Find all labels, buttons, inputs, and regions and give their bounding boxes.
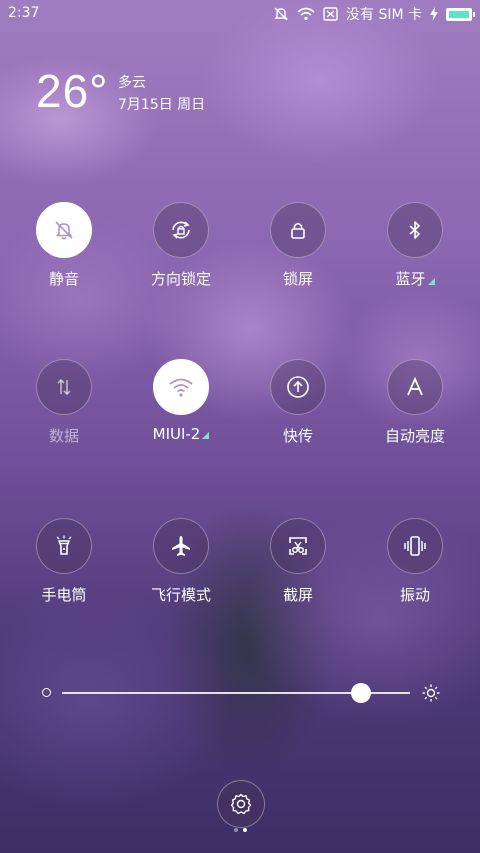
weather-date: 7月15日 周日 bbox=[118, 97, 206, 113]
toggle-rotation-lock-label: 方向锁定 bbox=[150, 270, 211, 288]
auto-brightness-a-icon bbox=[407, 376, 423, 396]
brightness-thumb[interactable] bbox=[351, 683, 372, 703]
toggle-flashlight-button[interactable] bbox=[36, 518, 92, 574]
flashlight-icon bbox=[56, 535, 72, 555]
toggle-lock-screen-button[interactable] bbox=[270, 202, 326, 258]
toggle-auto-brightness-label: 自动亮度 bbox=[384, 427, 445, 445]
toggle-auto-brightness[interactable]: 自动亮度 bbox=[365, 359, 465, 446]
page-indicator bbox=[234, 828, 247, 832]
toggle-rotation-lock-button[interactable] bbox=[153, 202, 209, 258]
no-sim-card-icon bbox=[323, 7, 338, 21]
status-bar: 2:37 没有 SIM 卡 bbox=[0, 0, 480, 28]
brightness-high-sun-icon bbox=[422, 684, 440, 702]
more-options-triangle-icon bbox=[427, 278, 435, 285]
toggle-flashlight-label: 手电筒 bbox=[41, 586, 87, 604]
toggle-lock-screen-label: 锁屏 bbox=[282, 270, 313, 288]
vibrate-icon bbox=[404, 536, 426, 556]
toggle-screenshot-button[interactable] bbox=[270, 518, 326, 574]
toggle-bluetooth[interactable]: 蓝牙 bbox=[365, 202, 465, 289]
temperature: 26° bbox=[36, 65, 109, 117]
wifi-status-icon bbox=[297, 7, 315, 21]
toggle-screenshot-label: 截屏 bbox=[282, 586, 313, 604]
weather-info: 多云 7月15日 周日 bbox=[118, 72, 205, 116]
rotation-lock-icon bbox=[172, 221, 190, 239]
toggle-mute-button[interactable] bbox=[36, 202, 92, 258]
toggle-bluetooth-button[interactable] bbox=[387, 202, 443, 258]
page-dot bbox=[234, 828, 238, 832]
lock-icon bbox=[291, 222, 305, 239]
battery-icon bbox=[446, 7, 475, 21]
page-dot-active bbox=[243, 828, 247, 832]
toggle-quick-transfer-label: 快传 bbox=[282, 427, 313, 445]
toggle-quick-transfer-button[interactable] bbox=[270, 359, 326, 415]
airplane-icon bbox=[172, 536, 190, 556]
toggle-data-label: 数据 bbox=[48, 427, 79, 445]
toggle-wifi[interactable]: MIUI-2 bbox=[131, 359, 231, 443]
toggle-airplane-mode-label: 飞行模式 bbox=[150, 586, 211, 604]
mute-bell-icon bbox=[55, 221, 73, 240]
weather-widget[interactable]: 26° 多云 7月15日 周日 bbox=[36, 65, 205, 117]
upload-icon bbox=[287, 376, 309, 398]
status-time: 2:37 bbox=[8, 5, 40, 21]
wifi-icon bbox=[169, 378, 193, 397]
charging-bolt-icon bbox=[430, 7, 438, 21]
more-options-triangle-icon bbox=[202, 432, 210, 439]
toggle-mute-label: 静音 bbox=[48, 270, 79, 288]
toggle-mute[interactable]: 静音 bbox=[14, 202, 114, 289]
status-icons: 没有 SIM 卡 bbox=[273, 4, 475, 24]
toggle-vibrate[interactable]: 振动 bbox=[365, 518, 465, 605]
gear-icon bbox=[230, 793, 252, 815]
weather-condition: 多云 bbox=[118, 75, 146, 91]
bluetooth-icon bbox=[409, 221, 420, 239]
toggle-quick-transfer[interactable]: 快传 bbox=[248, 359, 348, 446]
toggle-screenshot[interactable]: 截屏 bbox=[248, 518, 348, 605]
toggle-vibrate-button[interactable] bbox=[387, 518, 443, 574]
data-arrows-icon bbox=[57, 378, 71, 396]
mute-status-icon bbox=[274, 7, 288, 21]
screenshot-scissors-icon bbox=[289, 537, 307, 555]
toggle-data-button[interactable] bbox=[36, 359, 92, 415]
toggle-wifi-label: MIUI-2 bbox=[131, 425, 231, 443]
toggle-vibrate-label: 振动 bbox=[399, 586, 430, 604]
battery-level bbox=[449, 10, 469, 18]
toggle-flashlight[interactable]: 手电筒 bbox=[14, 518, 114, 605]
toggle-rotation-lock[interactable]: 方向锁定 bbox=[131, 202, 231, 289]
toggle-airplane-mode[interactable]: 飞行模式 bbox=[131, 518, 231, 605]
sim-status-text: 没有 SIM 卡 bbox=[346, 7, 422, 23]
brightness-slider[interactable] bbox=[42, 683, 440, 703]
brightness-low-icon bbox=[42, 688, 51, 697]
toggle-wifi-button[interactable] bbox=[153, 359, 209, 415]
settings-button[interactable] bbox=[217, 780, 265, 828]
toggle-lock-screen[interactable]: 锁屏 bbox=[248, 202, 348, 289]
toggle-airplane-mode-button[interactable] bbox=[153, 518, 209, 574]
toggle-data[interactable]: 数据 bbox=[14, 359, 114, 446]
toggle-auto-brightness-button[interactable] bbox=[387, 359, 443, 415]
toggle-bluetooth-label: 蓝牙 bbox=[365, 268, 465, 289]
